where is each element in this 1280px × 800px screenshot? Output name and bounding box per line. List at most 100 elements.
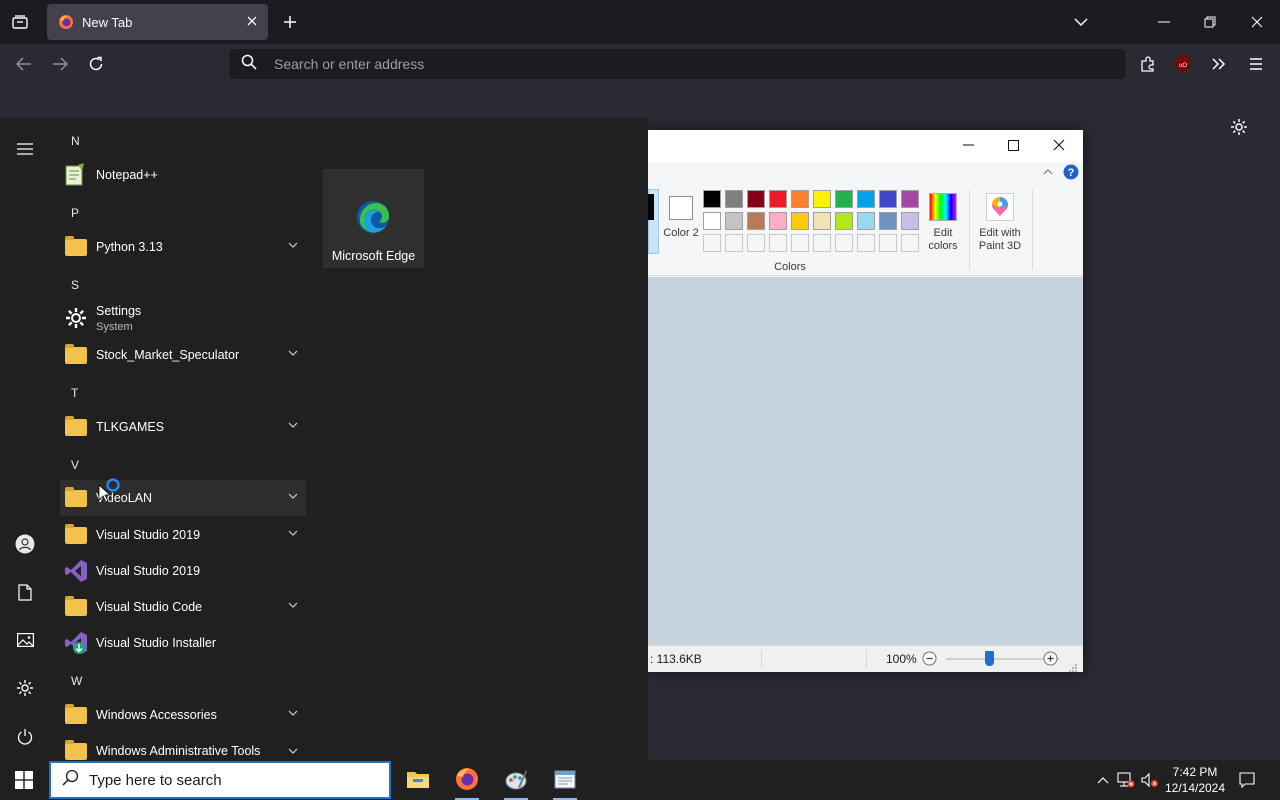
zoom-in-icon[interactable]	[1043, 651, 1058, 671]
group-letter-w[interactable]: W	[71, 674, 82, 688]
taskbar-app-window[interactable]	[545, 762, 585, 800]
list-item-visual-studio-installer[interactable]: Visual Studio Installer	[60, 625, 306, 661]
custom-color-slot[interactable]	[791, 234, 809, 252]
network-icon[interactable]	[1116, 770, 1136, 790]
resize-grip-icon[interactable]	[1069, 660, 1078, 678]
paint-canvas-area[interactable]	[648, 277, 1083, 645]
restore-window-icon[interactable]	[1200, 12, 1220, 32]
taskbar-search-box[interactable]: Type here to search	[49, 761, 391, 799]
custom-color-slot[interactable]	[901, 234, 919, 252]
new-tab-icon[interactable]	[280, 12, 300, 32]
help-icon[interactable]: ?	[1062, 163, 1079, 180]
power-icon[interactable]	[15, 726, 35, 746]
custom-color-slot[interactable]	[703, 234, 721, 252]
custom-color-slot[interactable]	[813, 234, 831, 252]
group-letter-p[interactable]: P	[71, 206, 79, 220]
color2-button[interactable]: Color 2	[663, 190, 699, 254]
paint3d-icon	[986, 193, 1014, 221]
close-tab-icon[interactable]	[246, 14, 258, 32]
url-bar[interactable]: Search or enter address	[229, 49, 1125, 79]
user-account-icon[interactable]	[14, 533, 36, 555]
ublock-origin-icon[interactable]: uO	[1173, 54, 1193, 74]
paint-minimize-icon[interactable]	[958, 136, 978, 154]
color-swatch[interactable]	[703, 212, 721, 230]
tab-list-icon[interactable]	[10, 12, 30, 32]
extensions-icon[interactable]	[1138, 54, 1158, 74]
color-swatch[interactable]	[813, 212, 831, 230]
app-name: TLKGAMES	[96, 420, 165, 434]
color-swatch[interactable]	[747, 190, 765, 208]
settings-gear-icon[interactable]	[15, 678, 35, 698]
volume-muted-icon[interactable]	[1140, 770, 1160, 790]
start-button-windows-icon[interactable]	[0, 760, 48, 800]
paint-maximize-icon[interactable]	[1003, 136, 1023, 154]
color-swatch[interactable]	[725, 212, 743, 230]
group-letter-n[interactable]: N	[71, 134, 80, 148]
edit-with-paint3d-button[interactable]: Edit with Paint 3D	[973, 190, 1027, 254]
list-item-windows-accessories-folder[interactable]: Windows Accessories	[60, 697, 306, 733]
custom-color-slot[interactable]	[725, 234, 743, 252]
documents-icon[interactable]	[15, 582, 35, 602]
group-letter-t[interactable]: T	[71, 386, 78, 400]
color-swatch[interactable]	[835, 212, 853, 230]
show-hidden-icons-chevron-up-icon[interactable]	[1094, 770, 1112, 790]
page-settings-gear-icon[interactable]	[1228, 116, 1250, 138]
group-letter-s[interactable]: S	[71, 278, 79, 292]
color-swatch[interactable]	[857, 190, 875, 208]
color-swatch[interactable]	[769, 212, 787, 230]
custom-color-slot[interactable]	[769, 234, 787, 252]
list-item-visual-studio-2019-folder[interactable]: Visual Studio 2019	[60, 517, 306, 553]
close-window-icon[interactable]	[1247, 12, 1267, 32]
collapse-ribbon-icon[interactable]	[1041, 165, 1055, 179]
list-item-settings[interactable]: Settings System	[60, 301, 306, 337]
color-swatch[interactable]	[747, 212, 765, 230]
list-all-tabs-icon[interactable]	[1071, 12, 1091, 32]
color-swatch[interactable]	[879, 190, 897, 208]
color-swatch[interactable]	[835, 190, 853, 208]
list-item-notepad-plus-plus[interactable]: Notepad++	[60, 157, 306, 193]
start-expand-menu-icon[interactable]	[15, 139, 35, 159]
taskbar-paint[interactable]	[496, 762, 536, 800]
color-swatch[interactable]	[791, 190, 809, 208]
folder-icon	[65, 487, 87, 507]
color-swatch[interactable]	[703, 190, 721, 208]
minimize-window-icon[interactable]	[1154, 12, 1174, 32]
list-item-tlkgames-folder[interactable]: TLKGAMES	[60, 409, 306, 445]
forward-icon[interactable]	[50, 54, 70, 74]
custom-color-slot[interactable]	[835, 234, 853, 252]
overflow-menu-icon[interactable]	[1209, 54, 1229, 74]
hamburger-menu-icon[interactable]	[1246, 54, 1266, 74]
custom-color-slot[interactable]	[879, 234, 897, 252]
color-swatch[interactable]	[879, 212, 897, 230]
color-swatch[interactable]	[857, 212, 875, 230]
edit-colors-button[interactable]: Edit colors	[924, 190, 962, 254]
list-item-windows-admin-tools-folder[interactable]: Windows Administrative Tools	[60, 733, 306, 760]
taskbar-clock[interactable]: 7:42 PM 12/14/2024	[1162, 764, 1228, 796]
paint-close-icon[interactable]	[1049, 136, 1069, 154]
file-explorer-icon	[406, 769, 430, 794]
tab-new-tab[interactable]: New Tab	[47, 4, 268, 40]
reload-icon[interactable]	[86, 54, 106, 74]
zoom-out-icon[interactable]	[922, 651, 937, 671]
color-swatch[interactable]	[901, 212, 919, 230]
list-item-stock-market-folder[interactable]: Stock_Market_Speculator	[60, 337, 306, 373]
group-letter-v[interactable]: V	[71, 458, 79, 472]
taskbar-firefox[interactable]	[447, 762, 487, 800]
color-swatch[interactable]	[725, 190, 743, 208]
pinned-tile-microsoft-edge[interactable]: Microsoft Edge	[323, 169, 424, 268]
notification-center-icon[interactable]	[1237, 770, 1257, 790]
taskbar-file-explorer[interactable]	[398, 762, 438, 800]
list-item-visual-studio-2019[interactable]: Visual Studio 2019	[60, 553, 306, 589]
zoom-slider-thumb[interactable]	[985, 651, 994, 666]
list-item-visual-studio-code-folder[interactable]: Visual Studio Code	[60, 589, 306, 625]
custom-color-slot[interactable]	[747, 234, 765, 252]
back-icon[interactable]	[14, 54, 34, 74]
custom-color-slot[interactable]	[857, 234, 875, 252]
color-swatch[interactable]	[813, 190, 831, 208]
pictures-icon[interactable]	[15, 630, 35, 650]
color-swatch[interactable]	[791, 212, 809, 230]
color-swatch[interactable]	[901, 190, 919, 208]
svg-text:?: ?	[1067, 167, 1074, 179]
color-swatch[interactable]	[769, 190, 787, 208]
list-item-python-folder[interactable]: Python 3.13	[60, 229, 306, 265]
